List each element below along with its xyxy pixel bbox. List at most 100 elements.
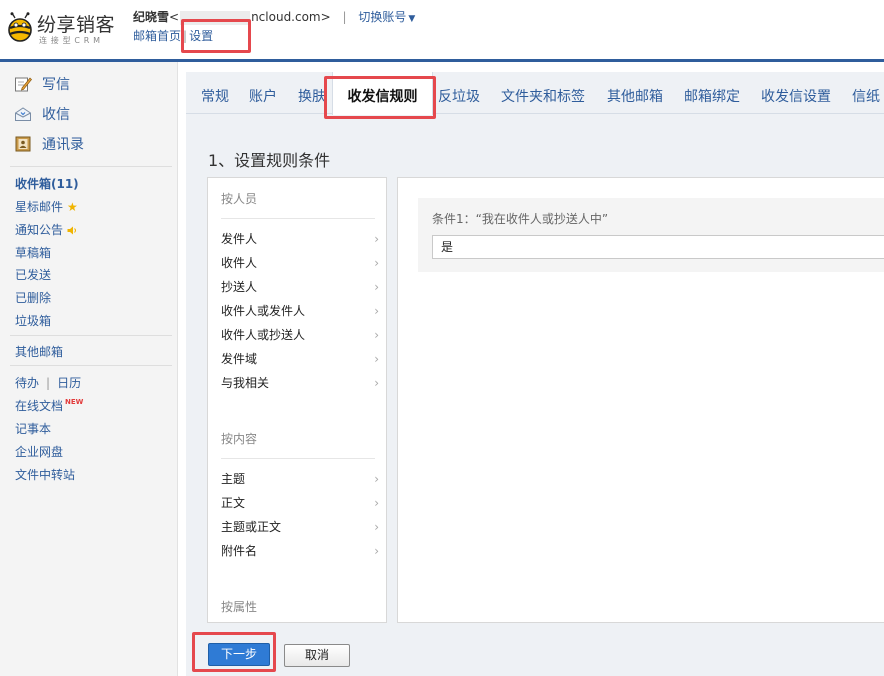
condition-related-to-me[interactable]: 与我相关 › xyxy=(221,373,379,393)
tab-general[interactable]: 常规 xyxy=(201,72,229,114)
chevron-right-icon: › xyxy=(374,232,379,246)
compose-button[interactable]: 写信 xyxy=(14,74,70,94)
condition-detail-panel: 条件1：“我在收件人或抄送人中” 是 xyxy=(397,177,884,623)
condition-subject-or-body[interactable]: 主题或正文 › xyxy=(221,517,379,537)
switch-account-button[interactable]: 切换账号 ▼ xyxy=(358,10,415,24)
contacts-label: 通讯录 xyxy=(42,137,84,153)
group-by-person: 按人员 xyxy=(221,192,258,206)
folder-label: 收件箱(11) xyxy=(15,177,79,191)
condition-recipient[interactable]: 收件人 › xyxy=(221,253,379,273)
condition-label: 发件人 xyxy=(221,232,258,246)
step-title: 1、设置规则条件 xyxy=(208,151,331,170)
tab-folders-labels[interactable]: 文件夹和标签 xyxy=(501,72,585,114)
condition-body[interactable]: 正文 › xyxy=(221,493,379,513)
condition-label: 抄送人 xyxy=(221,280,258,294)
cancel-button[interactable]: 取消 xyxy=(284,644,350,667)
user-name: 纪晓雪 xyxy=(133,10,170,24)
condition-cc[interactable]: 抄送人 › xyxy=(221,277,379,297)
email-prefix: < xyxy=(169,10,180,24)
transfer-label: 文件中转站 xyxy=(15,468,76,482)
sidebar-divider xyxy=(10,335,172,336)
condition-sender[interactable]: 发件人 › xyxy=(221,229,379,249)
tab-mail-rules[interactable]: 收发信规则 xyxy=(332,72,433,115)
notepad-link[interactable]: 记事本 xyxy=(15,420,51,437)
user-info: 纪晓雪< ncloud.com> | 切换账号 ▼ xyxy=(133,8,415,26)
condition-label: 收件人或发件人 xyxy=(221,304,306,318)
speaker-icon xyxy=(67,226,77,235)
chevron-right-icon: › xyxy=(374,496,379,510)
tab-mailbox-binding[interactable]: 邮箱绑定 xyxy=(684,72,740,114)
contacts-button[interactable]: 通讯录 xyxy=(14,134,84,154)
netdisk-link[interactable]: 企业网盘 xyxy=(15,443,63,460)
caret-down-icon: ▼ xyxy=(408,14,416,24)
folder-label: 草稿箱 xyxy=(15,246,52,260)
condition-card-label: 条件1：“我在收件人或抄送人中” xyxy=(432,212,609,226)
folder-label: 已删除 xyxy=(15,291,52,305)
folder-deleted[interactable]: 已删除 xyxy=(15,289,51,306)
mailbox-home-link[interactable]: 邮箱首页 xyxy=(133,29,181,43)
chevron-right-icon: › xyxy=(374,520,379,534)
tab-stationery[interactable]: 信纸 xyxy=(852,72,880,114)
sidebar-divider xyxy=(10,166,172,167)
folder-sent[interactable]: 已发送 xyxy=(15,266,51,283)
rule-editor: 1、设置规则条件 按人员 发件人 › 收件人 › 抄送人 › 收件人或发件人 › 收件人… xyxy=(186,115,884,676)
condition-recipient-or-sender[interactable]: 收件人或发件人 › xyxy=(221,301,379,321)
folder-spam[interactable]: 垃圾箱 xyxy=(15,312,51,329)
folder-drafts[interactable]: 草稿箱 xyxy=(15,244,51,261)
chevron-right-icon: › xyxy=(374,376,379,390)
condition-value-select[interactable]: 是 xyxy=(432,235,884,259)
folder-announcements[interactable]: 通知公告 xyxy=(15,221,77,238)
other-mailbox-link[interactable]: 其他邮箱 xyxy=(15,343,63,360)
settings-main: 常规 账户 换肤 收发信规则 反垃圾 文件夹和标签 其他邮箱 邮箱绑定 收发信设… xyxy=(186,72,884,676)
star-icon: ★ xyxy=(67,200,78,214)
online-docs-link[interactable]: 在线文档 NEW xyxy=(15,397,83,414)
chevron-right-icon: › xyxy=(374,280,379,294)
condition-attachment-name[interactable]: 附件名 › xyxy=(221,541,379,561)
condition-sender-domain[interactable]: 发件域 › xyxy=(221,349,379,369)
folder-label: 通知公告 xyxy=(15,223,64,237)
folder-starred[interactable]: 星标邮件 ★ xyxy=(15,198,78,215)
email-redacted xyxy=(180,10,251,25)
header-separator: | xyxy=(342,10,347,24)
calendar-link[interactable]: 日历 xyxy=(57,376,81,390)
condition-label: 收件人或抄送人 xyxy=(221,328,306,342)
folder-inbox[interactable]: 收件箱(11) xyxy=(15,175,79,192)
bee-logo-icon xyxy=(8,12,32,42)
transfer-station-link[interactable]: 文件中转站 xyxy=(15,466,75,483)
settings-tabbar: 常规 账户 换肤 收发信规则 反垃圾 文件夹和标签 其他邮箱 邮箱绑定 收发信设… xyxy=(186,72,884,115)
condition-recipient-or-cc[interactable]: 收件人或抄送人 › xyxy=(221,325,379,345)
tab-send-receive-settings[interactable]: 收发信设置 xyxy=(761,72,831,114)
tab-skin[interactable]: 换肤 xyxy=(298,72,326,114)
tab-account[interactable]: 账户 xyxy=(249,72,277,114)
sidebar: 写信 收信 通讯录 收件箱(11) 星标邮件 ★ 通知公告 草稿箱 已发送 已删… xyxy=(0,62,178,676)
switch-account-label: 切换账号 xyxy=(358,10,407,24)
tab-other-mailbox[interactable]: 其他邮箱 xyxy=(607,72,663,114)
online-docs-label: 在线文档 xyxy=(15,399,64,413)
group-divider xyxy=(221,218,375,219)
condition-label: 收件人 xyxy=(221,256,258,270)
chevron-right-icon: › xyxy=(374,256,379,270)
settings-link[interactable]: 设置 xyxy=(189,29,213,43)
todo-link[interactable]: 待办 xyxy=(15,376,39,390)
folder-label: 垃圾箱 xyxy=(15,314,52,328)
condition-label: 与我相关 xyxy=(221,376,270,390)
todo-calendar-row: 待办 | 日历 xyxy=(15,374,81,391)
condition-subject[interactable]: 主题 › xyxy=(221,469,379,489)
notepad-label: 记事本 xyxy=(15,422,52,436)
compose-label: 写信 xyxy=(42,77,70,93)
logo: 纷享销客 连接型CRM xyxy=(6,10,126,46)
tab-anti-spam[interactable]: 反垃圾 xyxy=(438,72,480,114)
chevron-right-icon: › xyxy=(374,304,379,318)
sidebar-divider xyxy=(10,365,172,366)
chevron-right-icon: › xyxy=(374,352,379,366)
netdisk-label: 企业网盘 xyxy=(15,445,64,459)
inbox-icon xyxy=(14,105,32,123)
next-step-button[interactable]: 下一步 xyxy=(208,643,270,666)
top-header: 纷享销客 连接型CRM 纪晓雪< ncloud.com> | 切换账号 ▼ 邮箱首页… xyxy=(0,0,884,60)
link-separator: | xyxy=(183,29,188,43)
receive-label: 收信 xyxy=(42,107,70,123)
app-root: 纷享销客 连接型CRM 纪晓雪< ncloud.com> | 切换账号 ▼ 邮箱首页… xyxy=(0,0,884,676)
folder-label: 已发送 xyxy=(15,268,52,282)
receive-button[interactable]: 收信 xyxy=(14,104,70,124)
group-by-attribute: 按属性 xyxy=(221,600,258,614)
